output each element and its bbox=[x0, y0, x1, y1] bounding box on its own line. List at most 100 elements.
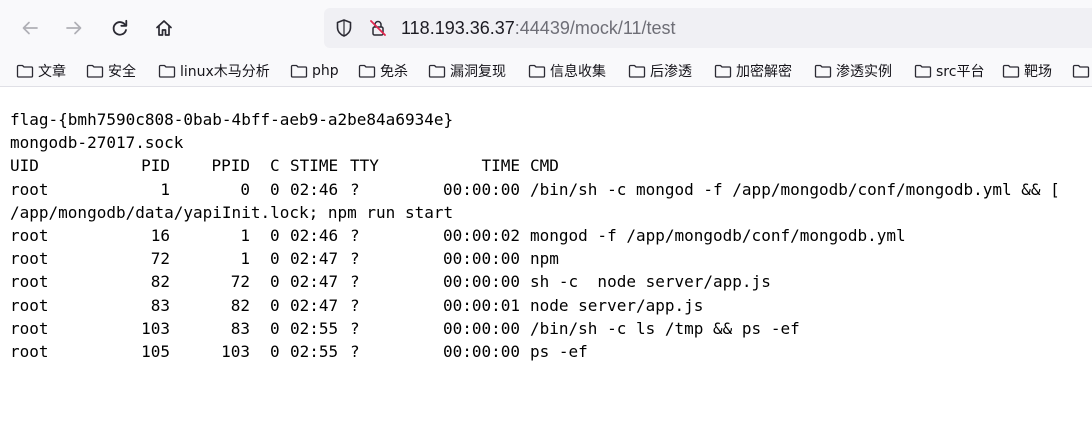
browser-toolbar: 118.193.36.37:44439/mock/11/test bbox=[0, 0, 1092, 56]
cell-stime: 02:55 bbox=[290, 341, 339, 361]
bookmark-folder-overflow[interactable] bbox=[1072, 59, 1092, 83]
folder-icon bbox=[428, 64, 446, 78]
folder-icon bbox=[714, 64, 732, 78]
column-header-tty: TTY bbox=[350, 156, 379, 176]
table-row: root 82 72 0 02:47 ? 00:00:00 sh -c node… bbox=[10, 270, 1090, 293]
bookmark-label: 漏洞复现 bbox=[450, 64, 506, 80]
cell-c: 0 bbox=[270, 295, 280, 315]
home-icon bbox=[156, 20, 172, 36]
bookmark-folder[interactable]: 安全 bbox=[86, 59, 136, 83]
cell-time: 00:00:00 bbox=[442, 179, 520, 199]
folder-icon bbox=[814, 64, 832, 78]
column-header-uid: UID bbox=[10, 156, 39, 176]
process-table: UID PID PPID C STIME TTY TIME CMD root 1… bbox=[10, 154, 1090, 363]
url-port: :44439 bbox=[514, 18, 570, 38]
bookmark-label: 渗透实例 bbox=[836, 64, 892, 80]
cell-time: 00:00:00 bbox=[442, 272, 520, 292]
cell-tty: ? bbox=[350, 318, 360, 338]
bookmark-label: 信息收集 bbox=[550, 64, 606, 80]
cell-tty: ? bbox=[350, 225, 360, 245]
bookmark-folder[interactable]: 后渗透 bbox=[628, 59, 692, 83]
bookmark-folder[interactable]: 信息收集 bbox=[528, 59, 606, 83]
cell-cmd-wrapped: /app/mongodb/data/yapiInit.lock; npm run… bbox=[10, 202, 454, 222]
cell-pid: 82 bbox=[150, 272, 170, 292]
table-header: UID PID PPID C STIME TTY TIME CMD bbox=[10, 154, 1090, 177]
cell-c: 0 bbox=[270, 318, 280, 338]
cell-cmd: /bin/sh -c ls /tmp && ps -ef bbox=[530, 318, 800, 338]
sock-line: mongodb-27017.sock bbox=[10, 133, 184, 153]
flag-line: flag-{bmh7590c808-0bab-4bff-aeb9-a2be84a… bbox=[10, 110, 454, 129]
cell-cmd: npm bbox=[530, 249, 559, 269]
cell-tty: ? bbox=[350, 249, 360, 269]
cell-pid: 16 bbox=[150, 225, 170, 245]
tracking-protection-button[interactable] bbox=[334, 18, 354, 38]
cell-uid: root bbox=[10, 295, 49, 315]
cell-cmd: /bin/sh -c mongod -f /app/mongodb/conf/m… bbox=[530, 179, 1060, 199]
home-button[interactable] bbox=[148, 12, 180, 44]
bookmark-folder[interactable]: 渗透实例 bbox=[814, 59, 892, 83]
folder-icon bbox=[1072, 64, 1090, 78]
cell-time: 00:00:00 bbox=[442, 341, 520, 361]
bookmark-label: 靶场 bbox=[1024, 64, 1052, 80]
cell-time: 00:00:02 bbox=[442, 225, 520, 245]
cell-cmd: ps -ef bbox=[530, 341, 588, 361]
column-header-ppid: PPID bbox=[211, 156, 250, 176]
bookmark-folder[interactable]: 加密解密 bbox=[714, 59, 792, 83]
bookmark-folder[interactable]: linux木马分析 bbox=[158, 59, 270, 83]
forward-button[interactable] bbox=[58, 12, 90, 44]
cell-uid: root bbox=[10, 272, 49, 292]
folder-icon bbox=[914, 64, 932, 78]
bookmark-label: src平台 bbox=[936, 64, 985, 80]
insecure-lock-icon bbox=[370, 20, 386, 36]
url-bar[interactable]: 118.193.36.37:44439/mock/11/test bbox=[324, 8, 1092, 48]
url-text[interactable]: 118.193.36.37:44439/mock/11/test bbox=[401, 17, 676, 39]
column-header-cmd: CMD bbox=[530, 156, 559, 176]
cell-tty: ? bbox=[350, 179, 360, 199]
bookmark-label: 后渗透 bbox=[650, 64, 692, 80]
cell-pid: 103 bbox=[141, 318, 170, 338]
cell-uid: root bbox=[10, 249, 49, 269]
cell-c: 0 bbox=[270, 179, 280, 199]
folder-icon bbox=[358, 64, 376, 78]
bookmark-label: linux木马分析 bbox=[180, 64, 270, 80]
cell-ppid: 72 bbox=[230, 272, 250, 292]
folder-icon bbox=[1002, 64, 1020, 78]
cell-ppid: 0 bbox=[240, 179, 250, 199]
cell-stime: 02:46 bbox=[290, 225, 339, 245]
cell-stime: 02:47 bbox=[290, 272, 339, 292]
table-row: root 103 83 0 02:55 ? 00:00:00 /bin/sh -… bbox=[10, 317, 1090, 340]
table-row: root 16 1 0 02:46 ? 00:00:02 mongod -f /… bbox=[10, 224, 1090, 247]
cell-stime: 02:47 bbox=[290, 249, 339, 269]
bookmark-folder[interactable]: 漏洞复现 bbox=[428, 59, 506, 83]
cell-uid: root bbox=[10, 318, 49, 338]
bookmark-folder[interactable]: 文章 bbox=[16, 59, 66, 83]
folder-icon bbox=[528, 64, 546, 78]
bookmark-folder[interactable]: php bbox=[290, 59, 339, 83]
bookmark-folder[interactable]: 靶场 bbox=[1002, 59, 1052, 83]
bookmark-folder[interactable]: src平台 bbox=[914, 59, 984, 83]
cell-cmd: sh -c node server/app.js bbox=[530, 272, 771, 292]
reload-icon bbox=[112, 19, 128, 36]
cell-stime: 02:47 bbox=[290, 295, 339, 315]
table-row-continuation: /app/mongodb/data/yapiInit.lock; npm run… bbox=[10, 201, 1090, 224]
cell-ppid: 83 bbox=[230, 318, 250, 338]
cell-time: 00:00:01 bbox=[442, 295, 520, 315]
reload-button[interactable] bbox=[104, 12, 136, 44]
folder-icon bbox=[86, 64, 104, 78]
back-button[interactable] bbox=[14, 12, 46, 44]
cell-uid: root bbox=[10, 225, 49, 245]
site-security-button[interactable] bbox=[368, 18, 388, 38]
cell-ppid: 82 bbox=[230, 295, 250, 315]
bookmark-label: 加密解密 bbox=[736, 64, 792, 80]
cell-ppid: 103 bbox=[221, 341, 250, 361]
column-header-time: TIME bbox=[481, 156, 520, 176]
bookmark-folder[interactable]: 免杀 bbox=[358, 59, 408, 83]
cell-pid: 83 bbox=[150, 295, 170, 315]
cell-c: 0 bbox=[270, 249, 280, 269]
page-content: flag-{bmh7590c808-0bab-4bff-aeb9-a2be84a… bbox=[10, 108, 1090, 363]
bookmarks-toolbar: 文章 安全 linux木马分析 php 免杀 漏洞复现 信息收集 后渗透 加密解… bbox=[0, 56, 1092, 87]
folder-icon bbox=[158, 64, 176, 78]
folder-icon bbox=[290, 64, 308, 78]
back-arrow-icon bbox=[22, 21, 38, 35]
column-header-pid: PID bbox=[141, 156, 170, 176]
